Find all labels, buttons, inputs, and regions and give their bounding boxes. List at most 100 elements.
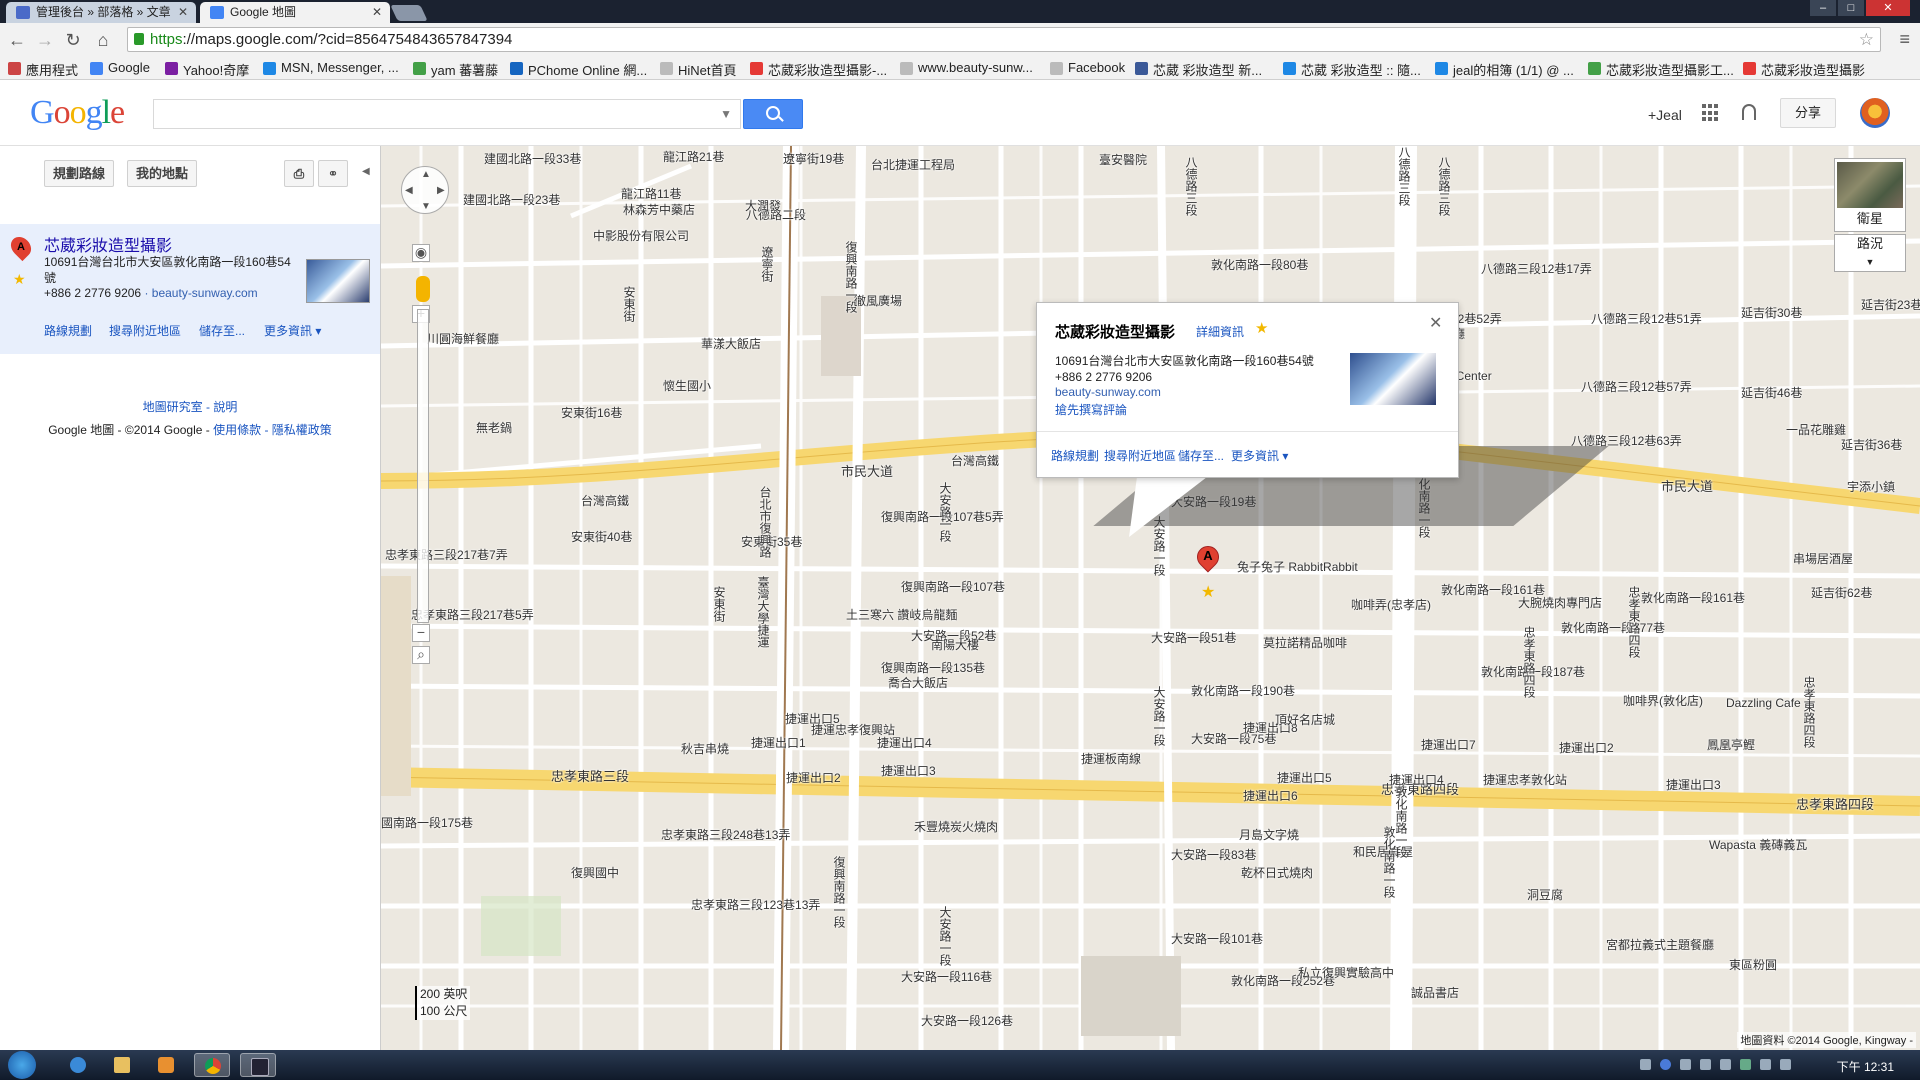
bookmark-item[interactable]: 應用程式 bbox=[8, 60, 78, 79]
save-to-link[interactable]: 儲存至... bbox=[199, 322, 245, 339]
map-canvas[interactable]: 市民大道 市民大道 忠孝東路三段 忠孝東路四段 忠孝東路四段 台灣高鐵 台灣高鐵 復興南路一段… bbox=[381, 146, 1920, 1050]
share-button[interactable]: 分享 bbox=[1780, 98, 1836, 128]
window-app-icon[interactable] bbox=[240, 1053, 276, 1077]
media-player-icon[interactable] bbox=[148, 1053, 184, 1077]
search-button[interactable] bbox=[743, 99, 803, 129]
satellite-toggle[interactable]: 衛星 bbox=[1834, 158, 1906, 232]
my-places-button[interactable]: 我的地點 bbox=[127, 160, 197, 187]
bookmark-favicon-icon bbox=[8, 62, 21, 75]
maximize-button[interactable]: □ bbox=[1838, 0, 1864, 16]
bookmark-item[interactable]: MSN, Messenger, ... bbox=[263, 60, 399, 75]
bookmark-item[interactable]: Google bbox=[90, 60, 150, 75]
bookmark-item[interactable]: 芯葳彩妝造型攝影-... bbox=[750, 60, 887, 79]
details-link[interactable]: 詳細資訊 bbox=[1196, 323, 1244, 340]
tab-admin-blog[interactable]: 管理後台 » 部落格 » 文章 ✕ bbox=[6, 2, 196, 23]
bookmark-item[interactable]: 芯葳 彩妝造型 :: 隨... bbox=[1283, 60, 1421, 79]
street-view-pegman-icon[interactable] bbox=[416, 276, 430, 302]
search-result[interactable]: A ★ 芯葳彩妝造型攝影 10691台灣台北市大安區敦化南路一段160巷54號 … bbox=[0, 224, 380, 354]
avatar[interactable] bbox=[1860, 98, 1890, 128]
address-bar[interactable]: https://maps.google.com/?cid=85647548436… bbox=[127, 27, 1881, 52]
action-center-icon[interactable] bbox=[1780, 1059, 1791, 1070]
result-thumbnail[interactable] bbox=[306, 259, 370, 303]
pan-left-icon[interactable]: ◀ bbox=[405, 185, 413, 196]
tab-google-maps[interactable]: Google 地圖 ✕ bbox=[200, 2, 390, 23]
more-info-link[interactable]: 更多資訊 ▾ bbox=[264, 322, 321, 339]
home-icon[interactable]: ⌂ bbox=[92, 29, 114, 51]
more-info-link[interactable]: 更多資訊 ▾ bbox=[1231, 447, 1288, 464]
zoom-out-button[interactable]: − bbox=[412, 624, 430, 642]
bookmark-item[interactable]: www.beauty-sunw... bbox=[900, 60, 1033, 75]
back-arrow-icon[interactable]: ← bbox=[6, 29, 28, 51]
minimize-button[interactable]: – bbox=[1810, 0, 1836, 16]
chrome-icon[interactable] bbox=[194, 1053, 230, 1077]
locate-icon[interactable]: ◉ bbox=[412, 244, 430, 262]
link-icon[interactable]: ⚭ bbox=[318, 160, 348, 187]
route-link[interactable]: 路線規劃 bbox=[44, 322, 92, 339]
terms-privacy-link[interactable]: 使用條款 - 隱私權政策 bbox=[213, 423, 332, 437]
close-icon[interactable]: ✕ bbox=[1429, 313, 1442, 333]
bookmark-item[interactable]: 芯葳 彩妝造型 新... bbox=[1135, 60, 1262, 79]
bookmark-item[interactable]: HiNet首頁 bbox=[660, 60, 737, 79]
starred-place-icon[interactable]: ★ bbox=[1201, 582, 1215, 602]
search-nearby-link[interactable]: 搜尋附近地區 bbox=[109, 322, 181, 339]
new-tab-button[interactable] bbox=[390, 5, 428, 21]
star-icon[interactable]: ★ bbox=[1255, 319, 1268, 337]
dropdown-arrow-icon[interactable]: ▼ bbox=[720, 107, 732, 121]
notifications-bell-icon[interactable] bbox=[1742, 104, 1756, 120]
traffic-toggle[interactable]: 路況 ▼ bbox=[1834, 234, 1906, 272]
bookmark-item[interactable]: 芯葳彩妝造型攝影 bbox=[1743, 60, 1865, 79]
close-icon[interactable]: ✕ bbox=[372, 2, 382, 23]
close-icon[interactable]: ✕ bbox=[178, 2, 188, 23]
map-label: 頂好名店城 bbox=[1275, 713, 1336, 727]
bookmark-item[interactable]: 芯葳彩妝造型攝影工... bbox=[1588, 60, 1734, 79]
place-marker[interactable]: A bbox=[1192, 541, 1224, 576]
tray-icon[interactable] bbox=[1640, 1059, 1651, 1070]
map-copyright[interactable]: 地圖資料 ©2014 Google, Kingway - bbox=[1737, 1032, 1916, 1048]
reload-icon[interactable]: ↻ bbox=[62, 29, 84, 51]
collapse-panel-icon[interactable]: ◀ bbox=[362, 166, 370, 177]
file-explorer-icon[interactable] bbox=[104, 1053, 140, 1077]
google-plus-user-link[interactable]: +Jeal bbox=[1648, 107, 1682, 123]
result-website-link[interactable]: · beauty-sunway.com bbox=[144, 286, 257, 300]
website-link[interactable]: beauty-sunway.com bbox=[1055, 385, 1161, 399]
star-icon[interactable]: ★ bbox=[13, 271, 26, 288]
result-title[interactable]: 芯葳彩妝造型攝影 bbox=[44, 232, 172, 256]
footer-links[interactable]: 地圖研究室 - 說明 bbox=[0, 398, 380, 415]
bookmark-item[interactable]: Facebook bbox=[1050, 60, 1125, 75]
flag-icon[interactable] bbox=[1700, 1059, 1711, 1070]
google-logo[interactable]: Google bbox=[30, 94, 125, 132]
plan-route-button[interactable]: 規劃路線 bbox=[44, 160, 114, 187]
route-link[interactable]: 路線規劃 bbox=[1051, 447, 1099, 464]
scale-feet: 200 英呎 bbox=[420, 987, 468, 1001]
bookmark-item[interactable]: jeal的相簿 (1/1) @ ... bbox=[1435, 60, 1574, 79]
tray-app-icon[interactable] bbox=[1740, 1059, 1751, 1070]
save-to-link[interactable]: 儲存至... bbox=[1178, 447, 1224, 464]
close-window-button[interactable]: ✕ bbox=[1866, 0, 1910, 16]
print-icon[interactable]: ⎙ bbox=[284, 160, 314, 187]
search-input[interactable]: ▼ bbox=[153, 99, 741, 129]
bookmark-star-icon[interactable]: ☆ bbox=[1859, 28, 1874, 51]
start-button[interactable] bbox=[8, 1051, 36, 1079]
infowindow-title[interactable]: 芯葳彩妝造型攝影 bbox=[1055, 321, 1175, 342]
bookmark-item[interactable]: Yahoo!奇摩 bbox=[165, 60, 249, 79]
help-icon[interactable] bbox=[1660, 1059, 1671, 1070]
taskbar-clock[interactable]: 下午 12:31 bbox=[1837, 1058, 1894, 1075]
write-review-link[interactable]: 搶先撰寫評論 bbox=[1055, 401, 1127, 418]
apps-grid-icon[interactable] bbox=[1702, 104, 1720, 122]
zoom-slider[interactable] bbox=[417, 309, 429, 623]
pan-up-icon[interactable]: ▲ bbox=[421, 169, 431, 180]
chrome-menu-icon[interactable]: ≡ bbox=[1899, 29, 1910, 50]
bookmark-item[interactable]: PChome Online 網... bbox=[510, 60, 647, 79]
place-photo[interactable] bbox=[1350, 353, 1436, 405]
pan-right-icon[interactable]: ▶ bbox=[437, 185, 445, 196]
forward-arrow-icon[interactable]: → bbox=[34, 29, 56, 51]
network-icon[interactable] bbox=[1680, 1059, 1691, 1070]
pan-down-icon[interactable]: ▼ bbox=[421, 201, 431, 212]
internet-explorer-icon[interactable] bbox=[60, 1053, 96, 1077]
bookmark-item[interactable]: yam 蕃薯藤 bbox=[413, 60, 498, 79]
volume-icon[interactable] bbox=[1720, 1059, 1731, 1070]
zoom-area-icon[interactable]: ⌕ bbox=[412, 646, 430, 664]
show-hidden-icon[interactable] bbox=[1760, 1059, 1771, 1070]
search-nearby-link[interactable]: 搜尋附近地區 bbox=[1104, 447, 1176, 464]
pan-control[interactable]: ▲ ▼ ◀ ▶ bbox=[401, 166, 449, 214]
